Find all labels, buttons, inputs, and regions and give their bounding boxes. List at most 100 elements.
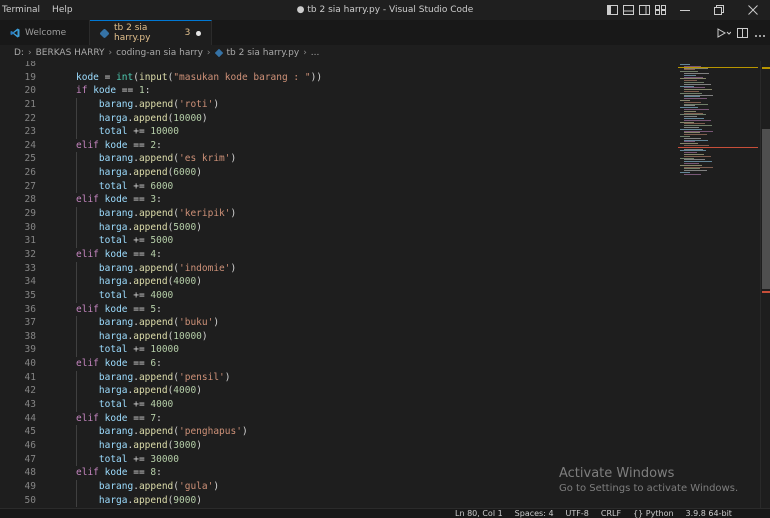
code-text[interactable]: total += 10000: [36, 343, 179, 358]
breadcrumb-drive[interactable]: D:: [14, 48, 24, 58]
code-text[interactable]: elif kode == 7:: [36, 412, 162, 426]
unsaved-dot-icon[interactable]: [196, 30, 201, 36]
breadcrumb-folder-berkas[interactable]: BERKAS HARRY: [36, 48, 105, 58]
code-text[interactable]: barang.append('pensil'): [36, 370, 231, 385]
code-text[interactable]: harga.append(10000): [36, 111, 208, 126]
code-editor[interactable]: 18 19 kode = int(input("masukan kode baran…: [0, 61, 678, 508]
code-line[interactable]: 45 barang.append('penghapus'): [0, 425, 678, 439]
breadcrumb: D: › BERKAS HARRY › coding-an sia harry …: [0, 45, 770, 61]
code-line[interactable]: 22 harga.append(10000): [0, 111, 678, 126]
code-line[interactable]: 23 total += 10000: [0, 125, 678, 139]
code-line[interactable]: 27 total += 6000: [0, 179, 678, 194]
indent-guide: [76, 152, 77, 167]
code-line[interactable]: 20 if kode == 1:: [0, 84, 678, 98]
breadcrumb-folder-coding[interactable]: coding-an sia harry: [116, 48, 203, 58]
breadcrumb-symbol[interactable]: ...: [311, 48, 320, 58]
code-line[interactable]: 25 barang.append('es krim'): [0, 152, 678, 167]
toggle-primary-sidebar-icon[interactable]: [604, 0, 620, 20]
code-line[interactable]: 37 barang.append('buku'): [0, 316, 678, 330]
code-text[interactable]: total += 5000: [36, 234, 173, 248]
code-line[interactable]: 39 total += 10000: [0, 343, 678, 358]
code-line[interactable]: 29 barang.append('keripik'): [0, 207, 678, 221]
code-text[interactable]: barang.append('es krim'): [36, 152, 236, 167]
toggle-secondary-sidebar-icon[interactable]: [636, 0, 652, 20]
minimap[interactable]: [678, 61, 760, 508]
code-line[interactable]: 46 harga.append(3000): [0, 438, 678, 453]
code-text[interactable]: elif kode == 2:: [36, 139, 162, 153]
code-text[interactable]: barang.append('keripik'): [36, 207, 236, 221]
code-text[interactable]: elif kode == 4:: [36, 248, 162, 262]
code-text[interactable]: harga.append(6000): [36, 166, 202, 180]
code-line[interactable]: 18: [0, 61, 678, 71]
code-text[interactable]: elif kode == 6:: [36, 357, 162, 371]
code-line[interactable]: 19 kode = int(input("masukan kode barang …: [0, 71, 678, 85]
code-line[interactable]: 42 harga.append(4000): [0, 384, 678, 399]
code-line[interactable]: 38 harga.append(10000): [0, 329, 678, 344]
more-actions-icon[interactable]: [754, 23, 766, 42]
code-text[interactable]: harga.append(4000): [36, 275, 202, 289]
tab-tb-2-sia-harry[interactable]: tb 2 sia harry.py 3: [90, 20, 212, 45]
code-line[interactable]: 30 harga.append(5000): [0, 220, 678, 235]
code-text[interactable]: elif kode == 3:: [36, 193, 162, 207]
code-text[interactable]: total += 6000: [36, 179, 173, 194]
code-line[interactable]: 33 barang.append('indomie'): [0, 261, 678, 276]
code-line[interactable]: 36 elif kode == 5:: [0, 303, 678, 317]
indent-guide: [76, 425, 77, 439]
vertical-scrollbar[interactable]: [760, 61, 770, 508]
code-line[interactable]: 47 total += 30000: [0, 452, 678, 467]
code-text[interactable]: barang.append('penghapus'): [36, 425, 248, 439]
customize-layout-icon[interactable]: [652, 0, 668, 20]
code-text[interactable]: barang.append('roti'): [36, 97, 219, 112]
code-text[interactable]: [36, 61, 76, 71]
code-text[interactable]: harga.append(4000): [36, 384, 202, 399]
code-text[interactable]: harga.append(3000): [36, 438, 202, 453]
menu-help[interactable]: Help: [46, 0, 79, 20]
code-text[interactable]: elif kode == 5:: [36, 303, 162, 317]
code-text[interactable]: if kode == 1:: [36, 84, 150, 98]
run-python-icon[interactable]: [717, 23, 732, 42]
code-line[interactable]: 35 total += 4000: [0, 288, 678, 303]
code-line[interactable]: 26 harga.append(6000): [0, 166, 678, 180]
code-text[interactable]: total += 4000: [36, 288, 173, 303]
breadcrumb-file[interactable]: tb 2 sia harry.py: [227, 48, 300, 58]
code-text[interactable]: harga.append(10000): [36, 329, 208, 344]
code-text[interactable]: total += 30000: [36, 452, 179, 467]
indent-guide: [76, 220, 77, 235]
code-line[interactable]: 44 elif kode == 7:: [0, 412, 678, 426]
code-text[interactable]: barang.append('gula'): [36, 479, 219, 494]
menu-terminal[interactable]: Terminal: [0, 0, 46, 20]
code-text[interactable]: harga.append(5000): [36, 220, 202, 235]
code-text[interactable]: barang.append('indomie'): [36, 261, 236, 276]
code-text[interactable]: elif kode == 8:: [36, 466, 162, 480]
code-text[interactable]: total += 10000: [36, 125, 179, 139]
minimize-icon[interactable]: [668, 0, 702, 20]
code-text[interactable]: total += 4000: [36, 398, 173, 412]
code-line[interactable]: 50 harga.append(9000): [0, 493, 678, 508]
split-editor-icon[interactable]: [737, 23, 748, 42]
code-line[interactable]: 41 barang.append('pensil'): [0, 370, 678, 385]
code-line[interactable]: 24 elif kode == 2:: [0, 139, 678, 153]
scrollbar-thumb[interactable]: [762, 129, 770, 289]
close-window-icon[interactable]: [736, 0, 770, 20]
code-line[interactable]: 31 total += 5000: [0, 234, 678, 248]
code-line[interactable]: 32 elif kode == 4:: [0, 248, 678, 262]
line-number: 45: [24, 426, 36, 438]
line-number: 30: [24, 221, 36, 233]
code-text[interactable]: harga.append(9000): [36, 493, 202, 508]
code-line[interactable]: 28 elif kode == 3:: [0, 193, 678, 207]
code-line[interactable]: 43 total += 4000: [0, 398, 678, 412]
code-text[interactable]: barang.append('buku'): [36, 316, 219, 330]
restore-icon[interactable]: [702, 0, 736, 20]
line-number: 24: [24, 139, 36, 151]
toggle-panel-icon[interactable]: [620, 0, 636, 20]
line-number: 26: [24, 167, 36, 179]
line-number: 40: [24, 358, 36, 370]
tab-welcome[interactable]: Welcome: [0, 20, 90, 45]
watermark-subtitle: Go to Settings to activate Windows.: [559, 483, 739, 494]
line-number: 18: [24, 61, 36, 69]
code-line[interactable]: 21 barang.append('roti'): [0, 97, 678, 112]
code-line[interactable]: 34 harga.append(4000): [0, 275, 678, 289]
line-number: 22: [24, 112, 36, 124]
code-line[interactable]: 40 elif kode == 6:: [0, 357, 678, 371]
code-text[interactable]: kode = int(input("masukan kode barang : …: [36, 71, 322, 85]
